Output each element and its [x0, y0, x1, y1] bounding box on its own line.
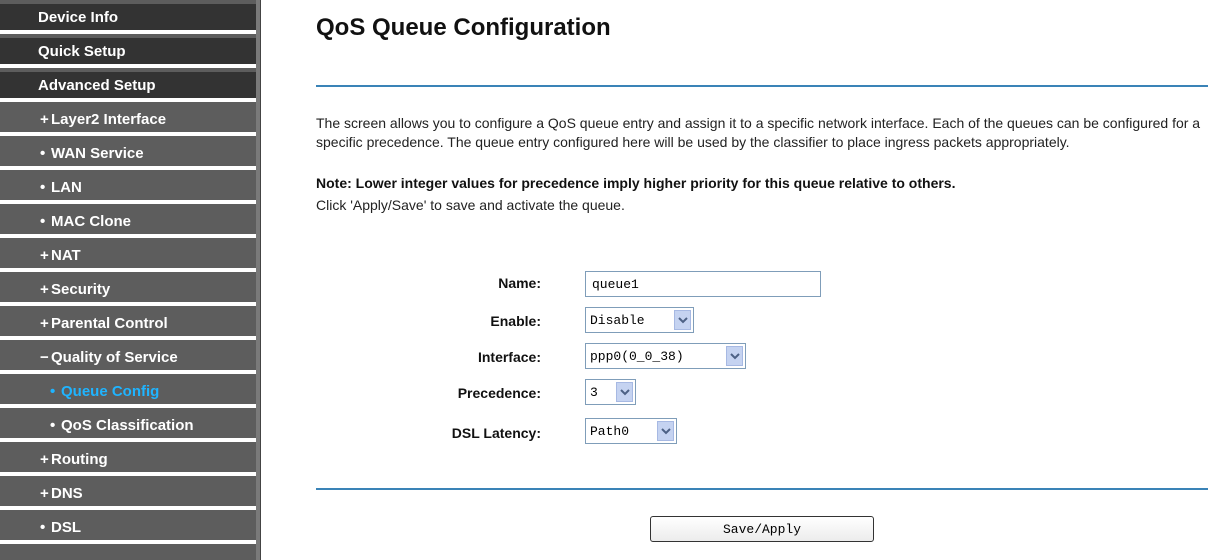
plus-icon: +: [40, 315, 49, 332]
dot-icon: •: [40, 519, 46, 536]
plus-icon: +: [40, 247, 49, 264]
chevron-down-icon[interactable]: [616, 382, 633, 402]
nav-qos-classification[interactable]: • QoS Classification: [0, 412, 256, 442]
precedence-value: 3: [590, 384, 598, 400]
nav-label: Routing: [51, 451, 108, 468]
enable-label: Enable:: [490, 313, 541, 329]
plus-icon: +: [40, 111, 49, 128]
dot-icon: •: [40, 179, 46, 196]
nav-label: WAN Service: [51, 145, 144, 162]
nav-layer2-interface[interactable]: + Layer2 Interface: [0, 106, 256, 136]
minus-icon: −: [40, 349, 49, 366]
chevron-down-icon[interactable]: [657, 421, 674, 441]
nav-label: Device Info: [38, 9, 119, 26]
sidebar-divider: [256, 0, 261, 560]
nav-routing[interactable]: + Routing: [0, 446, 256, 476]
nav-label: NAT: [51, 247, 81, 264]
precedence-note: Note: Lower integer values for precedenc…: [316, 175, 956, 191]
plus-icon: +: [40, 281, 49, 298]
dot-icon: •: [50, 383, 56, 400]
nav-dsl[interactable]: • DSL: [0, 514, 256, 544]
plus-icon: +: [40, 485, 49, 502]
page-description: The screen allows you to configure a QoS…: [316, 115, 1201, 150]
save-instruction: Click 'Apply/Save' to save and activate …: [316, 197, 625, 213]
name-input[interactable]: [585, 271, 821, 297]
name-label: Name:: [498, 275, 541, 291]
save-apply-button[interactable]: Save/Apply: [650, 516, 874, 542]
plus-icon: +: [40, 451, 49, 468]
chevron-down-icon[interactable]: [674, 310, 691, 330]
dot-icon: •: [40, 213, 46, 230]
dot-icon: •: [50, 417, 56, 434]
chevron-down-icon[interactable]: [726, 346, 743, 366]
page-title: QoS Queue Configuration: [316, 14, 611, 41]
nav-quality-of-service[interactable]: − Quality of Service: [0, 344, 256, 374]
dsl-latency-select[interactable]: Path0: [585, 418, 677, 444]
nav-queue-config[interactable]: • Queue Config: [0, 378, 256, 408]
nav-label: Quick Setup: [38, 43, 126, 60]
nav-nat[interactable]: + NAT: [0, 242, 256, 272]
nav-label: LAN: [51, 179, 82, 196]
enable-select[interactable]: Disable: [585, 307, 694, 333]
dot-icon: •: [40, 145, 46, 162]
interface-value: ppp0(0_0_38): [590, 348, 684, 364]
interface-select[interactable]: ppp0(0_0_38): [585, 343, 746, 369]
nav-label: Layer2 Interface: [51, 111, 167, 128]
nav-quick-setup[interactable]: Quick Setup: [0, 38, 256, 68]
interface-label: Interface:: [477, 349, 541, 365]
dsl-latency-label: DSL Latency:: [451, 425, 541, 441]
nav-label: DSL: [51, 519, 81, 536]
nav-advanced-setup[interactable]: Advanced Setup: [0, 72, 256, 102]
nav-label: QoS Classification: [61, 417, 194, 434]
nav-label: Security: [51, 281, 111, 298]
nav-mac-clone[interactable]: • MAC Clone: [0, 208, 256, 238]
nav-label: MAC Clone: [51, 213, 131, 230]
nav-label: Queue Config: [61, 383, 160, 400]
enable-value: Disable: [590, 312, 645, 328]
nav-label: Quality of Service: [51, 349, 178, 366]
top-divider: [316, 85, 1208, 87]
nav-label: Advanced Setup: [38, 77, 156, 94]
nav-parental-control[interactable]: + Parental Control: [0, 310, 256, 340]
nav-label: DNS: [51, 485, 83, 502]
nav-label: Parental Control: [51, 315, 168, 332]
precedence-select[interactable]: 3: [585, 379, 636, 405]
dsl-latency-value: Path0: [590, 423, 630, 439]
nav-lan[interactable]: • LAN: [0, 174, 256, 204]
nav-dns[interactable]: + DNS: [0, 480, 256, 510]
nav-wan-service[interactable]: • WAN Service: [0, 140, 256, 170]
sidebar-nav: Device Info Quick Setup Advanced Setup +…: [0, 0, 256, 560]
nav-security[interactable]: + Security: [0, 276, 256, 306]
precedence-label: Precedence:: [457, 385, 541, 401]
bottom-divider: [316, 488, 1208, 490]
nav-device-info[interactable]: Device Info: [0, 4, 256, 34]
